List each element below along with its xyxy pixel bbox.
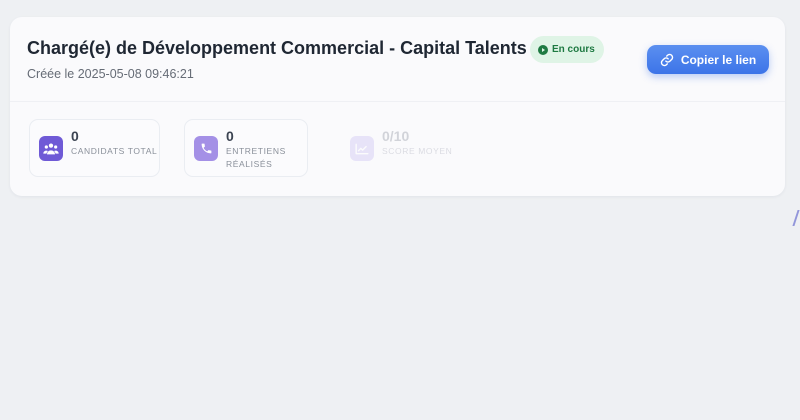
created-date: Créée le 2025-05-08 09:46:21	[27, 67, 194, 81]
stat-label: Entretiens réalisés	[226, 146, 286, 169]
job-header: Chargé(e) de Développement Commercial - …	[10, 17, 785, 101]
stat-value: 0/10	[382, 128, 410, 144]
job-card: Chargé(e) de Développement Commercial - …	[10, 17, 785, 196]
users-icon	[39, 136, 63, 161]
stat-label: Score moyen	[382, 146, 453, 156]
job-title: Chargé(e) de Développement Commercial - …	[27, 38, 527, 58]
header-divider	[10, 101, 785, 102]
status-label: En cours	[552, 44, 595, 55]
copy-link-button[interactable]: Copier le lien	[647, 45, 769, 74]
chart-line-icon	[350, 136, 374, 161]
phone-icon	[194, 136, 218, 161]
play-circle-icon	[538, 44, 548, 55]
link-icon	[660, 53, 674, 66]
stat-interviews: 0 Entretiens réalisés	[184, 119, 308, 177]
stat-candidates: 0 Candidats total	[29, 119, 160, 177]
stat-average-score: 0/10 Score moyen	[340, 119, 470, 177]
stat-value: 0	[226, 128, 234, 144]
status-badge: En cours	[530, 36, 604, 63]
stat-label: Candidats total	[71, 146, 158, 156]
stat-value: 0	[71, 128, 79, 144]
copy-link-label: Copier le lien	[680, 52, 757, 67]
edge-artifact	[792, 210, 800, 226]
